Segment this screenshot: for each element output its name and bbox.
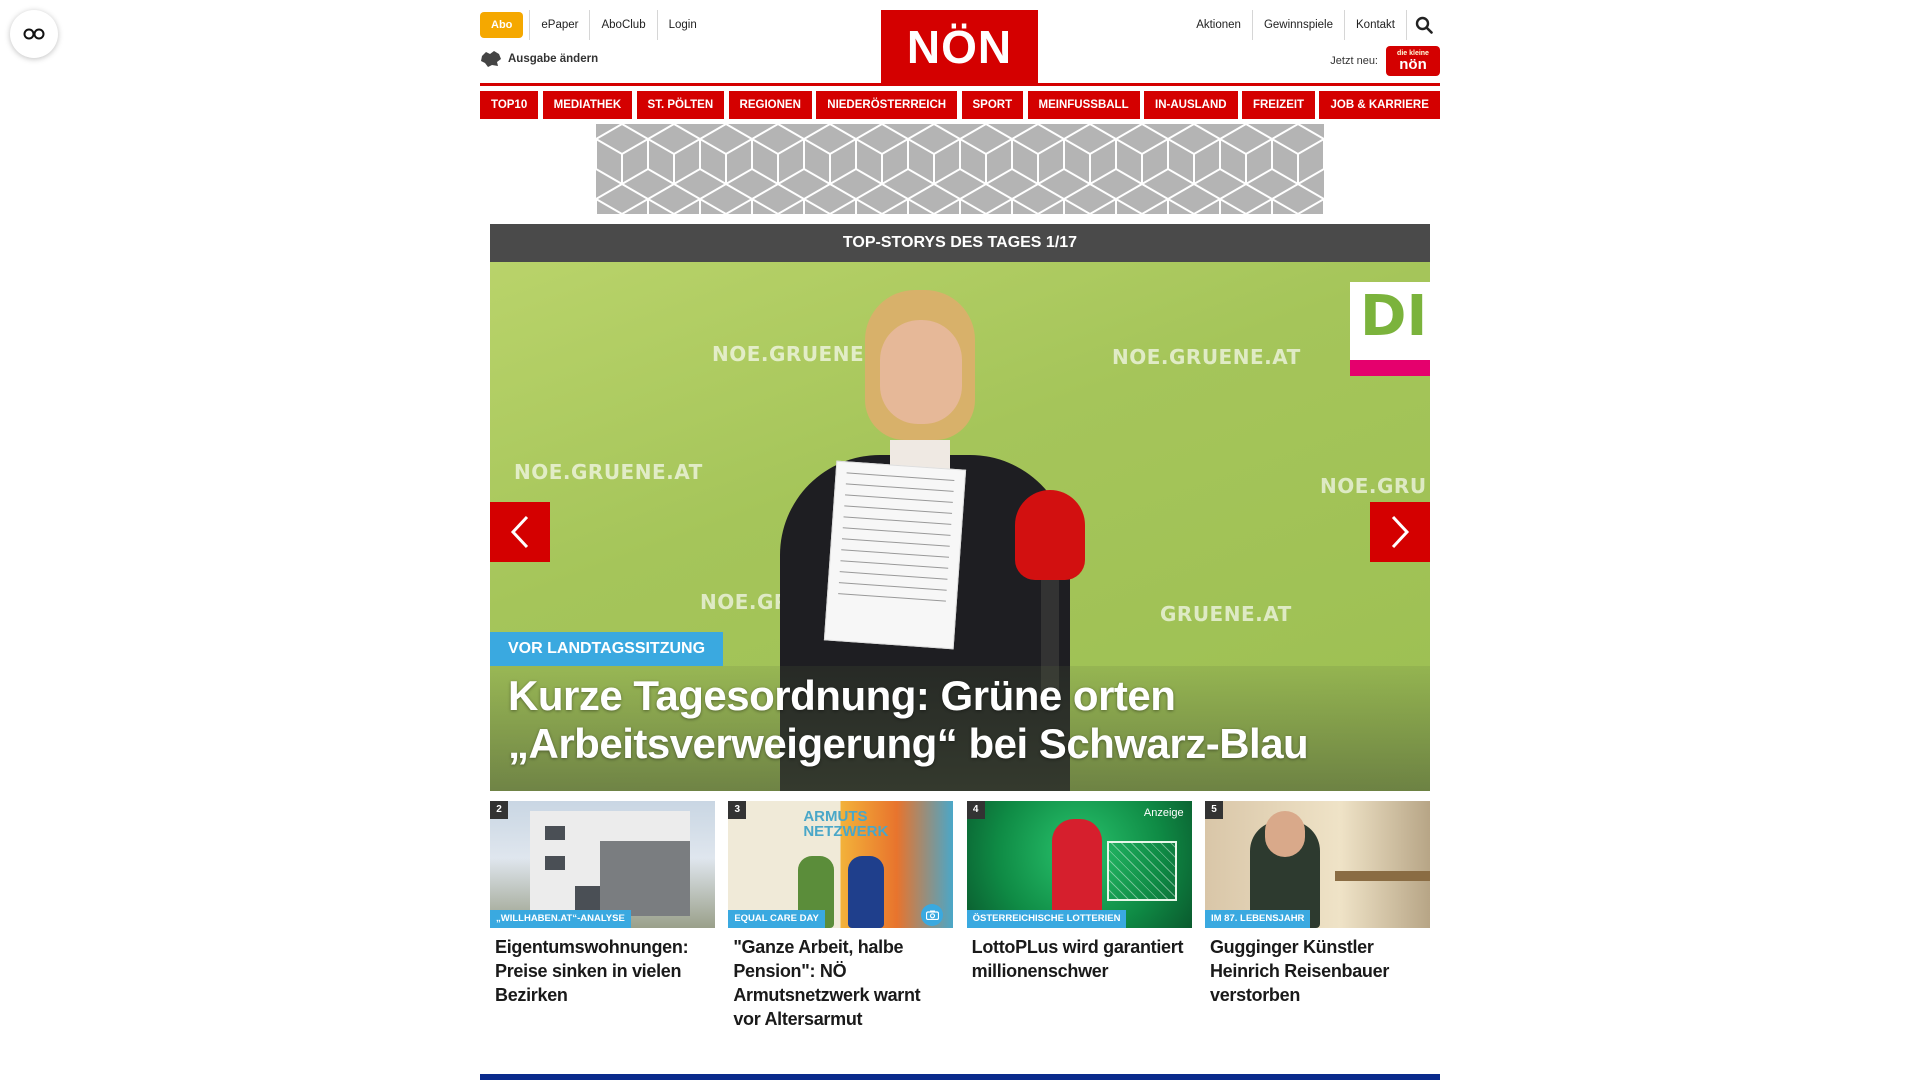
abo-button[interactable]: Abo (480, 12, 524, 38)
kids-promo[interactable]: Jetzt neu: die kleine nön (1330, 46, 1440, 76)
ad-placeholder[interactable] (596, 124, 1324, 214)
header-divider (480, 83, 1440, 86)
login-link[interactable]: Login (656, 10, 708, 40)
glasses-icon (23, 28, 45, 40)
teaser-image[interactable]: 5 IM 87. LEBENSJAHR (1204, 801, 1430, 928)
page: Abo ePaper AboClub Login Aktionen Gewinn… (480, 0, 1440, 1080)
story-headline[interactable]: Kurze Tagesordnung: Grüne orten „Arbeits… (508, 672, 1408, 768)
kleine-noen-logo[interactable]: die kleine nön (1386, 46, 1440, 76)
jetzt-neu-label: Jetzt neu: (1330, 55, 1378, 67)
slide-main-story[interactable]: NOE.GRUENE.AT NOE.GRUENE.AT NOE.GRUENE.A… (490, 262, 1430, 791)
campaign-banner: DI (1350, 282, 1430, 360)
watermark-text: NOE.GRUENE.AT (514, 460, 703, 484)
slider-next-button[interactable] (1370, 502, 1430, 562)
teaser-category: ÖSTERREICHISCHE LOTTERIEN (966, 910, 1127, 928)
teaser-title[interactable]: Eigentumswohnungen: Preise sinken in vie… (490, 935, 715, 1007)
kids-logo-line2: nön (1399, 56, 1427, 73)
top-left-links: Abo ePaper AboClub Login (480, 10, 708, 40)
teaser-image[interactable]: 4 Anzeige ÖSTERREICHISCHE LOTTERIEN (966, 801, 1192, 928)
teaser-card[interactable]: 5 IM 87. LEBENSJAHR Gugginger Künstler H… (1204, 801, 1430, 1031)
teaser-number: 5 (1204, 801, 1223, 819)
teaser-image-text: ARMUTS NETZWERK (803, 808, 889, 840)
nav-item-in-ausland[interactable]: IN-AUSLAND (1144, 91, 1238, 119)
aktionen-link[interactable]: Aktionen (1185, 10, 1252, 40)
teaser-title[interactable]: "Ganze Arbeit, halbe Pension": NÖ Armuts… (728, 935, 953, 1031)
ad-pattern (596, 124, 1324, 214)
top-right-links: Aktionen Gewinnspiele Kontakt (1185, 10, 1440, 40)
chevron-left-icon (510, 515, 529, 549)
noen-logo[interactable]: NÖN (881, 10, 1038, 83)
teaser-image[interactable]: ARMUTS NETZWERK 3 EQUAL CARE DAY (728, 801, 954, 928)
nav-item-meinfussball[interactable]: MEINFUSSBALL (1027, 91, 1140, 119)
slider-header: TOP-STORYS DES TAGES 1/17 (490, 224, 1430, 262)
campaign-banner-text: DI (1360, 284, 1428, 349)
epaper-link[interactable]: ePaper (529, 10, 589, 40)
teaser-image[interactable]: 2 „WILLHABEN.AT“-ANALYSE (490, 801, 715, 928)
main-nav: TOP10 MEDIATHEK ST. PÖLTEN REGIONEN NIED… (480, 91, 1440, 119)
teaser-card[interactable]: 2 „WILLHABEN.AT“-ANALYSE Eigentumswohnun… (490, 801, 715, 1031)
kontakt-link[interactable]: Kontakt (1344, 10, 1406, 40)
teaser-category: EQUAL CARE DAY (728, 910, 825, 928)
teaser-number: 4 (966, 801, 985, 819)
teaser-number: 3 (728, 801, 747, 819)
teaser-category: „WILLHABEN.AT“-ANALYSE (490, 910, 631, 928)
search-icon[interactable] (1406, 10, 1440, 40)
watermark-text: NOE.GRU (1320, 474, 1427, 498)
edition-label: Ausgabe ändern (508, 53, 599, 65)
nav-item-mediathek[interactable]: MEDIATHEK (542, 91, 633, 119)
teaser-card[interactable]: 4 Anzeige ÖSTERREICHISCHE LOTTERIEN Lott… (966, 801, 1192, 1031)
teaser-card[interactable]: ARMUTS NETZWERK 3 EQUAL CARE DAY "Ganze … (728, 801, 954, 1031)
ad-label: Anzeige (1143, 807, 1184, 819)
footer-bar (480, 1074, 1440, 1080)
teaser-list: 2 „WILLHABEN.AT“-ANALYSE Eigentumswohnun… (490, 801, 1430, 1031)
teaser-number: 2 (490, 801, 508, 819)
campaign-banner-strip (1350, 360, 1430, 376)
nav-item-st-poelten[interactable]: ST. PÖLTEN (636, 91, 725, 119)
nav-item-niederoesterreich[interactable]: NIEDERÖSTERREICH (816, 91, 958, 119)
edition-switch[interactable]: Ausgabe ändern (480, 50, 598, 68)
slider-prev-button[interactable] (490, 502, 550, 562)
document-sheet (823, 460, 967, 650)
watermark-text: GRUENE.AT (1160, 602, 1292, 626)
story-kicker[interactable]: VOR LANDTAGSSITZUNG (490, 632, 724, 666)
nav-item-regionen[interactable]: REGIONEN (728, 91, 812, 119)
nav-item-job-karriere[interactable]: JOB & KARRIERE (1319, 91, 1440, 119)
nav-item-freizeit[interactable]: FREIZEIT (1241, 91, 1316, 119)
teaser-title[interactable]: LottoPLus wird garantiert millionenschwe… (967, 935, 1192, 983)
top-stories-slider: TOP-STORYS DES TAGES 1/17 NOE.GRUENE.AT … (490, 224, 1430, 791)
microphone (1015, 490, 1085, 580)
teaser-category: IM 87. LEBENSJAHR (1204, 910, 1311, 928)
nav-item-sport[interactable]: SPORT (961, 91, 1024, 119)
aboclub-link[interactable]: AboClub (589, 10, 656, 40)
gewinnspiele-link[interactable]: Gewinnspiele (1251, 10, 1344, 40)
nav-item-top10[interactable]: TOP10 (480, 91, 539, 119)
teaser-title[interactable]: Gugginger Künstler Heinrich Reisenbauer … (1205, 935, 1430, 1007)
chevron-right-icon (1391, 515, 1410, 549)
lower-austria-map-icon (481, 51, 501, 67)
camera-icon (921, 904, 944, 926)
watermark-text: NOE.GRUENE.AT (1112, 345, 1301, 369)
reader-mode-button[interactable] (10, 10, 58, 58)
